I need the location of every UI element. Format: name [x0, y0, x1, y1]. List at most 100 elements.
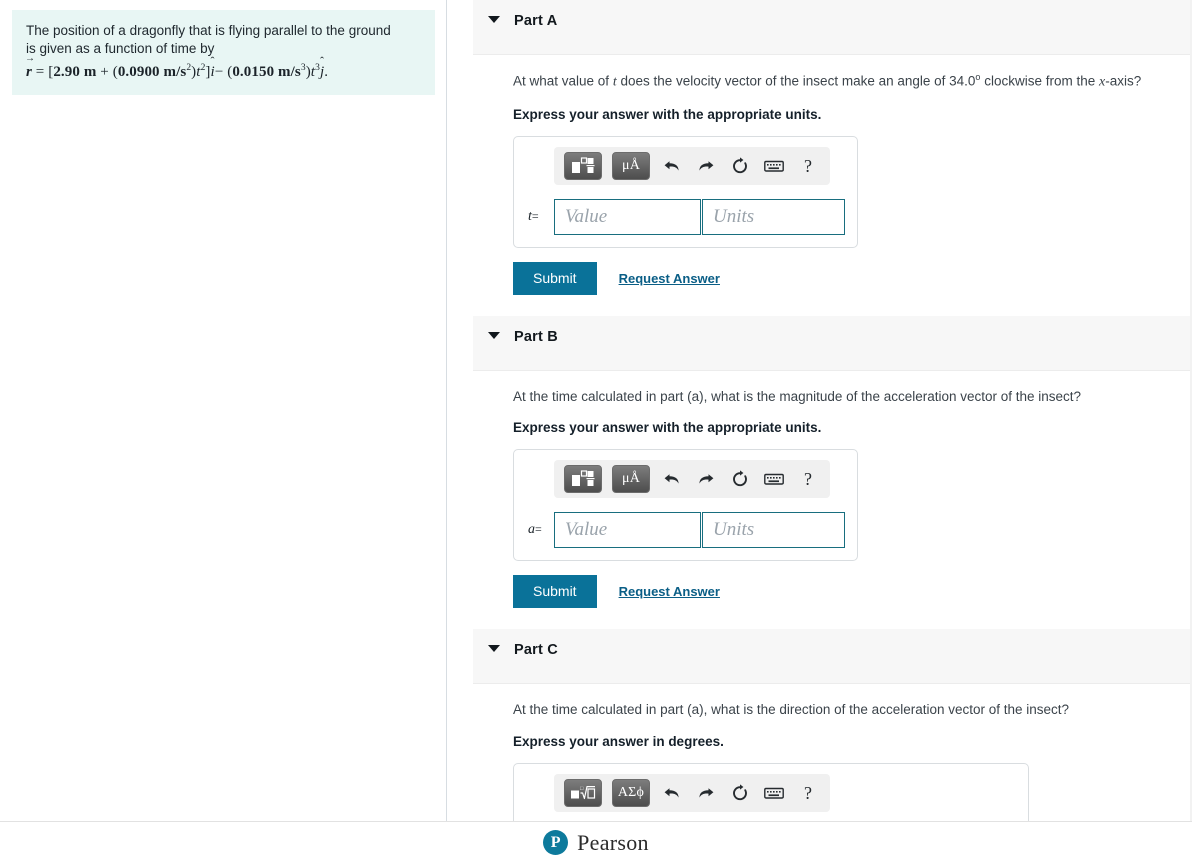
part-title-c: Part C — [514, 641, 558, 658]
answer-widget-b: μÅ ? a= Value Units — [513, 449, 858, 562]
redo-icon-a[interactable] — [694, 154, 718, 178]
part-body-a: At what value of t does the velocity vec… — [447, 55, 1192, 295]
reset-icon-b[interactable] — [728, 467, 752, 491]
problem-pane: The position of a dragonfly that is flyi… — [0, 0, 447, 863]
symbol-palette-button-c[interactable]: ΑΣϕ — [612, 778, 650, 807]
part-header-c[interactable]: Part C — [473, 628, 1192, 684]
part-a-question: At what value of t does the velocity vec… — [513, 71, 1192, 93]
reset-icon — [733, 783, 747, 800]
part-title-b: Part B — [514, 328, 558, 345]
part-body-b: At the time calculated in part (a), what… — [447, 371, 1192, 608]
problem-intro-text: The position of a dragonfly that is flyi… — [26, 22, 421, 58]
formula-const-term: 2.90 m — [53, 64, 97, 81]
undo-icon-a[interactable] — [660, 154, 684, 178]
variable-label-b: a= — [526, 522, 554, 538]
formula-vector-r: r — [25, 53, 35, 81]
footer-bar: P Pearson — [0, 821, 1192, 863]
help-icon-a[interactable]: ? — [796, 154, 820, 178]
parts-pane: Part A At what value of t does the veloc… — [447, 0, 1192, 863]
reset-icon — [733, 470, 747, 487]
part-a-instruction: Express your answer with the appropriate… — [513, 106, 822, 122]
units-input-a[interactable]: Units — [702, 198, 845, 235]
submit-button-a[interactable]: Submit — [513, 261, 597, 295]
keyboard-icon — [764, 787, 784, 799]
value-input-b[interactable]: Value — [554, 512, 701, 549]
template-icon-button-a[interactable] — [564, 151, 602, 180]
reset-icon — [733, 157, 747, 173]
template-icon-button-b[interactable] — [564, 465, 602, 494]
formula-unit-vector-i: i — [211, 54, 215, 81]
svg-text:□: □ — [580, 786, 584, 792]
actions-b: Submit Request Answer — [513, 575, 1192, 608]
part-a-question-end: -axis? — [1105, 73, 1142, 89]
help-icon-b[interactable]: ? — [796, 467, 820, 491]
help-icon-c[interactable]: ? — [796, 781, 820, 805]
part-b-question: At the time calculated in part (a), what… — [513, 388, 1082, 404]
math-toolbar-a: μÅ ? — [554, 146, 830, 185]
redo-icon-c[interactable] — [694, 781, 718, 805]
math-toolbar-c: □ ΑΣϕ ? — [554, 773, 830, 812]
variable-label-a: t= — [526, 209, 554, 225]
keyboard-icon — [764, 473, 784, 485]
part-c-instruction: Express your answer in degrees. — [513, 733, 724, 749]
redo-icon-b[interactable] — [694, 467, 718, 491]
part-a-question-pre: At what value of — [513, 73, 613, 89]
undo-icon — [664, 787, 679, 798]
undo-icon — [664, 160, 679, 171]
part-header-a[interactable]: Part A — [473, 0, 1192, 55]
part-header-b[interactable]: Part B — [473, 315, 1192, 371]
chevron-down-icon-a[interactable] — [488, 16, 500, 23]
request-answer-link-b[interactable]: Request Answer — [619, 584, 720, 599]
redo-icon — [699, 787, 714, 798]
keyboard-icon — [764, 160, 784, 172]
keyboard-icon-b[interactable] — [762, 467, 786, 491]
formula-plus: + — [100, 64, 109, 81]
chevron-down-icon-b[interactable] — [488, 331, 500, 339]
reset-icon-a[interactable] — [728, 154, 752, 178]
part-title-a: Part A — [514, 13, 558, 29]
problem-statement-card: The position of a dragonfly that is flyi… — [12, 10, 435, 96]
math-toolbar-b: μÅ ? — [554, 460, 830, 499]
undo-icon-c[interactable] — [660, 781, 684, 805]
equals-sign-b: = — [535, 522, 542, 537]
keyboard-icon-c[interactable] — [762, 781, 786, 805]
formula-minus: − — [214, 64, 224, 81]
undo-icon-b[interactable] — [660, 467, 684, 491]
part-c-question: At the time calculated in part (a), what… — [513, 701, 1070, 717]
problem-intro-line2: is given as a function of time by — [26, 41, 215, 57]
variable-symbol-b: a — [528, 522, 535, 538]
part-a-question-mid: does the velocity vector of the insect m… — [616, 73, 976, 89]
answer-field-row-a: t= Value Units — [526, 198, 845, 235]
keyboard-icon-a[interactable] — [762, 154, 786, 178]
equals-sign-a: = — [531, 208, 539, 223]
undo-icon — [664, 474, 679, 484]
submit-button-b[interactable]: Submit — [513, 575, 597, 608]
value-input-a[interactable]: Value — [554, 198, 701, 235]
template-icon — [572, 157, 595, 173]
answer-widget-a: μÅ ? t= Value Units — [513, 135, 858, 248]
chevron-down-icon-c[interactable] — [488, 644, 500, 652]
units-input-b[interactable]: Units — [702, 512, 845, 549]
formula-coef-y: 0.0150 m/s — [232, 64, 301, 81]
part-b-instruction: Express your answer with the appropriate… — [513, 420, 822, 436]
formula-period: . — [324, 64, 329, 81]
page-root: The position of a dragonfly that is flyi… — [0, 0, 1192, 863]
formula-equals: = — [35, 64, 45, 81]
pearson-logo: P Pearson — [543, 830, 649, 856]
symbol-palette-button-b[interactable]: μÅ — [612, 465, 650, 494]
formula-coef-x: 0.0900 m/s — [117, 64, 187, 81]
radical-icon-button-c[interactable]: □ — [564, 778, 602, 807]
formula-unit-vector-j: j — [320, 54, 324, 81]
template-icon — [572, 470, 595, 487]
formula-coef-x-exponent: 2 — [186, 63, 192, 74]
request-answer-link-a[interactable]: Request Answer — [619, 271, 720, 286]
answer-field-row-b: a= Value Units — [526, 512, 845, 549]
problem-intro-line1: The position of a dragonfly that is flyi… — [26, 23, 391, 38]
symbol-palette-button-a[interactable]: μÅ — [612, 151, 650, 180]
actions-a: Submit Request Answer — [513, 261, 1192, 295]
pearson-wordmark: Pearson — [577, 829, 649, 855]
formula-coef-y-exponent: 3 — [300, 63, 306, 74]
reset-icon-c[interactable] — [728, 781, 752, 805]
problem-formula: r = [2.90 m + (0.0900 m/s2)t2]i− (0.0150… — [25, 53, 421, 81]
radical-icon: □ — [571, 785, 596, 799]
